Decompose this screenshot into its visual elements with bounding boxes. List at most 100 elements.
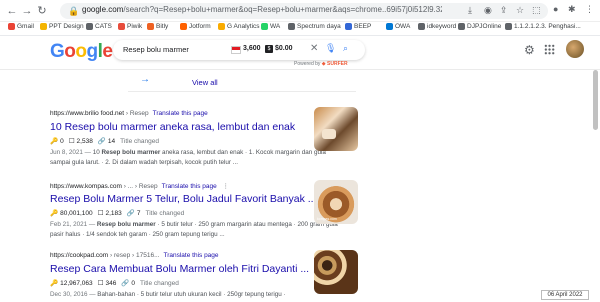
bookmark-label: PPT Design <box>49 23 84 30</box>
bookmark-item[interactable]: Piwik <box>118 23 142 30</box>
translate-link[interactable]: Translate this page <box>163 252 218 259</box>
apps-icon[interactable] <box>544 44 555 55</box>
message-icon: ☐ <box>68 138 75 145</box>
download-icon[interactable]: ⤓ <box>468 5 472 16</box>
bookmark-label: Piwik <box>127 23 143 30</box>
bookmark-item[interactable]: PPT Design <box>40 23 84 30</box>
camera-icon[interactable]: ◉ <box>484 5 492 16</box>
result-cite: https://www.kompas.com › ... › Resep Tran… <box>50 183 230 190</box>
bookmark-item[interactable]: OWA <box>386 23 410 30</box>
search-result: https://www.kompas.com › ... › Resep Tran… <box>50 182 340 242</box>
bookmark-label: Bitly <box>156 23 169 30</box>
result-thumbnail[interactable]: kompas.com <box>314 180 358 224</box>
view-all-link[interactable]: View all <box>192 78 218 87</box>
bookmark-favicon-icon <box>458 23 465 30</box>
bookmark-favicon-icon <box>288 23 295 30</box>
seo-metrics: 🔑 80,001,100 ☐ 2,183 🔗 7 Title changed <box>50 209 185 218</box>
search-input[interactable]: Resep bolu marmer <box>123 45 189 54</box>
search-icon[interactable]: ⌕ <box>343 43 348 54</box>
view-all-row[interactable]: → View all <box>128 72 356 92</box>
bookmark-favicon-icon <box>386 23 393 30</box>
bookmark-favicon-icon <box>218 23 225 30</box>
arrow-right-icon[interactable]: → <box>140 74 150 85</box>
bookmark-favicon-icon <box>261 23 268 30</box>
bookmark-label: BEEP <box>354 23 372 30</box>
bookmark-item[interactable]: Jotform <box>180 23 211 30</box>
result-title[interactable]: 10 Resep bolu marmer aneka rasa, lembut … <box>50 121 295 133</box>
flag-icon <box>231 46 241 54</box>
key-icon: 🔑 <box>50 280 59 287</box>
bookmark-label: G Analytics <box>227 23 260 30</box>
thumbnail-watermark: kompas.com <box>317 217 337 221</box>
bookmark-favicon-icon <box>418 23 425 30</box>
link-icon: 🔗 <box>121 280 130 287</box>
bookmark-favicon-icon <box>345 23 352 30</box>
message-icon: ☐ <box>97 210 104 217</box>
result-thumbnail[interactable] <box>314 107 358 151</box>
bookmark-label: idkeyword <box>427 23 457 30</box>
result-title[interactable]: Resep Cara Membuat Bolu Marmer oleh Fitr… <box>50 263 309 275</box>
surfer-credit: Powered by ◆ SURFER <box>294 61 348 67</box>
search-volume: 3,600 <box>243 45 261 52</box>
bookmark-label: 1.1.2.1.2.3. Penghasi... <box>514 23 581 30</box>
message-icon: ☐ <box>97 280 104 287</box>
bookmark-item[interactable]: WA <box>261 23 280 30</box>
reload-icon[interactable]: ↻ <box>34 3 50 19</box>
seo-metrics: 🔑 12,967,063 ☐ 346 🔗 0 Title changed <box>50 279 179 288</box>
puzzle-icon[interactable]: ✱ <box>568 4 576 15</box>
result-snippet: Feb 21, 2021 — Resep bolu marmer · 5 but… <box>50 221 338 238</box>
bookmark-item[interactable]: DJPJOnline <box>458 23 501 30</box>
bookmark-item[interactable]: BEEP <box>345 23 371 30</box>
google-logo[interactable]: Google <box>50 41 113 63</box>
date-badge: 06 April 2022 <box>541 290 589 300</box>
cpc-value: $0.00 <box>275 45 293 52</box>
bookmark-label: OWA <box>395 23 411 30</box>
search-result: https://www.brilio food.net › Resep Trans… <box>50 110 340 170</box>
key-icon: 🔑 <box>50 138 59 145</box>
bookmark-item[interactable]: CATS <box>86 23 112 30</box>
search-box[interactable]: Resep bolu marmer 3,600 $ $0.00 ✕ 🎙 ⌕ <box>113 40 365 60</box>
bookmark-item[interactable]: 1.1.2.1.2.3. Penghasi... <box>505 23 581 30</box>
more-icon[interactable]: ⋮ <box>223 183 230 190</box>
clear-icon[interactable]: ✕ <box>310 43 318 54</box>
avatar[interactable] <box>566 40 584 58</box>
result-cite: https://www.brilio food.net › Resep Trans… <box>50 110 208 117</box>
bookmark-item[interactable]: Bitly <box>147 23 168 30</box>
bookmark-label: DJPJOnline <box>467 23 502 30</box>
bookmark-favicon-icon <box>8 23 15 30</box>
bookmark-item[interactable]: Spectrum daya <box>288 23 341 30</box>
browser-toolbar: ← → ↻ 🔒 google.com/search?q=Resep+bolu+m… <box>0 0 600 22</box>
result-thumbnail[interactable] <box>314 250 358 294</box>
bookmark-item[interactable]: Gmail <box>8 23 34 30</box>
bookmark-favicon-icon <box>505 23 512 30</box>
seo-metrics: 🔑 0 ☐ 2,538 🔗 14 Title changed <box>50 137 159 146</box>
google-header: Google Resep bolu marmer 3,600 $ $0.00 ✕… <box>0 36 600 70</box>
scrollbar[interactable] <box>593 70 598 130</box>
mic-icon[interactable]: 🎙 <box>325 43 336 54</box>
search-result: https://cookpad.com › resep › 17516... Tr… <box>50 252 340 302</box>
translate-link[interactable]: Translate this page <box>162 183 217 190</box>
bookmark-label: CATS <box>95 23 112 30</box>
extension-icon[interactable]: ⬚ <box>532 5 541 16</box>
dollar-icon: $ <box>265 45 273 53</box>
link-icon: 🔗 <box>97 138 106 145</box>
forward-icon[interactable]: → <box>19 3 35 19</box>
bookmark-item[interactable]: idkeyword <box>418 23 456 30</box>
result-title[interactable]: Resep Bolu Marmer 5 Telur, Bolu Jadul Fa… <box>50 193 317 205</box>
bookmark-favicon-icon <box>147 23 154 30</box>
back-icon[interactable]: ← <box>4 3 20 19</box>
star-icon[interactable]: ☆ <box>516 5 524 16</box>
link-icon: 🔗 <box>126 210 135 217</box>
bookmark-item[interactable]: G Analytics <box>218 23 260 30</box>
lock-icon: 🔒 <box>68 6 80 16</box>
result-cite: https://cookpad.com › resep › 17516... Tr… <box>50 252 219 259</box>
settings-icon[interactable]: ⚙ <box>524 43 535 57</box>
share-icon[interactable]: ⇪ <box>500 5 508 16</box>
bookmark-favicon-icon <box>118 23 125 30</box>
bookmark-favicon-icon <box>180 23 187 30</box>
url-bar[interactable]: 🔒 google.com/search?q=Resep+bolu+marmer&… <box>60 3 548 19</box>
profile-icon[interactable]: ● <box>553 4 558 14</box>
menu-icon[interactable]: ⋮ <box>585 4 594 15</box>
bookmark-label: Jotform <box>189 23 211 30</box>
translate-link[interactable]: Translate this page <box>153 110 208 117</box>
